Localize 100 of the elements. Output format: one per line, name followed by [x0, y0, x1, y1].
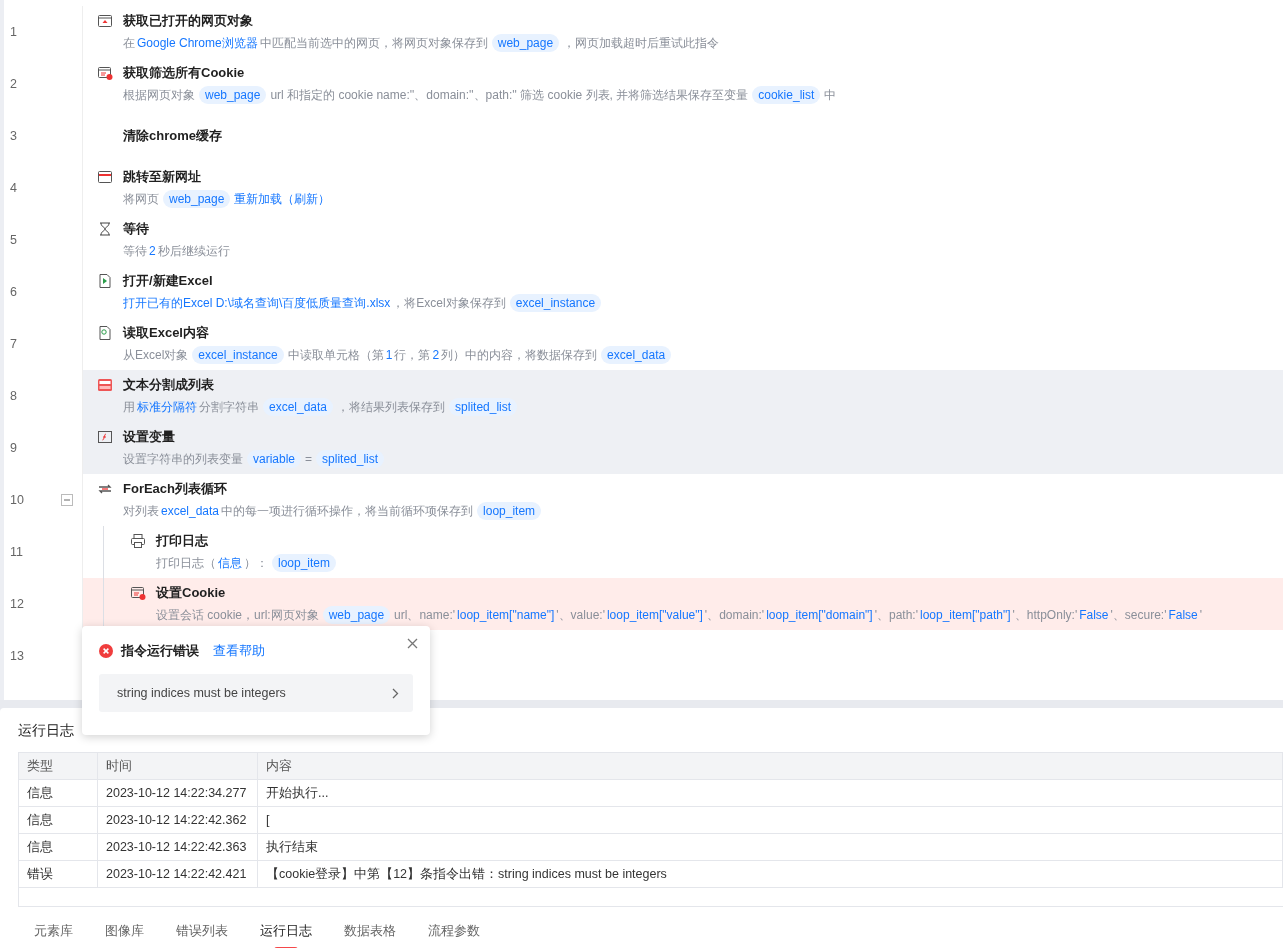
line-number: 3	[10, 129, 17, 143]
table-cell: 信息	[19, 780, 98, 806]
variable-tag: splited_list	[316, 450, 385, 468]
browser-cookie-icon	[97, 65, 113, 81]
error-message: string indices must be integers	[117, 686, 286, 700]
panel-tab[interactable]: 数据表格	[328, 917, 412, 945]
description-text: url 和指定的 cookie name:''、domain:''、path:'' 筛选 cookie 列表, 并将筛选结果保存至变量	[270, 87, 749, 104]
line-number: 10	[10, 493, 24, 507]
variable-tag: loop_item	[272, 554, 337, 572]
step-title: 文本分割成列表	[123, 376, 215, 394]
error-message-bar[interactable]: string indices must be integers	[99, 674, 413, 712]
description-text: 用	[123, 399, 135, 416]
panel-tab[interactable]: 元素库	[18, 917, 89, 945]
line-number: 12	[10, 597, 24, 611]
error-icon	[99, 644, 113, 658]
description-text: =	[305, 451, 313, 468]
printer-icon	[130, 533, 146, 549]
variable-tag: excel_instance	[192, 346, 284, 364]
variable-tag: excel_data	[263, 398, 334, 416]
description-text: ，网页加载超时后重试此指令	[563, 35, 720, 52]
description-text: 中读取单元格（第	[287, 347, 384, 364]
line-number: 7	[10, 337, 17, 351]
variable-tag: splited_list	[449, 398, 518, 416]
line-number: 13	[10, 649, 24, 663]
browser-window-icon	[97, 169, 113, 185]
column-header: 类型	[19, 753, 98, 779]
line-number: 4	[10, 181, 17, 195]
variable-tag: web_page	[163, 190, 231, 208]
parameter-text: 标准分隔符	[137, 399, 197, 416]
description-text: 中的每一项进行循环操作，将当前循环项保存到	[221, 503, 474, 520]
parameter-text: 2	[149, 243, 156, 260]
parameter-text: loop_item["name"]	[457, 607, 555, 624]
chevron-right-icon	[392, 687, 399, 699]
description-text: '	[1199, 607, 1203, 624]
description-text: 设置会话 cookie，url:网页对象	[156, 607, 319, 624]
description-text: 等待	[123, 243, 147, 260]
description-text: 行，第	[394, 347, 431, 364]
parameter-text: Google Chrome浏览器	[137, 35, 258, 52]
description-text: 打印日志（	[156, 555, 216, 572]
parameter-text: 1	[385, 347, 393, 364]
step-title: 获取筛选所有Cookie	[123, 64, 246, 82]
description-text: '、httpOnly:'	[1012, 607, 1078, 624]
variable-tag: variable	[247, 450, 302, 468]
description-text: '、path:'	[874, 607, 918, 624]
step-title: 打开/新建Excel	[123, 272, 214, 290]
column-header: 内容	[258, 753, 1283, 779]
variable-tag: web_page	[199, 86, 267, 104]
parameter-text: 重新加载（刷新）	[234, 191, 331, 208]
panel-tab[interactable]: 图像库	[89, 917, 160, 945]
collapse-toggle[interactable]	[61, 494, 73, 506]
description-text: 中匹配当前选中的网页，将网页对象保存到	[259, 35, 488, 52]
table-cell: 【cookie登录】中第【12】条指令出错：string indices must be integers	[258, 861, 1283, 887]
table-cell: 2023-10-12 14:22:34.277	[98, 780, 258, 806]
line-number: 8	[10, 389, 17, 403]
parameter-text: loop_item["domain"]	[766, 607, 873, 624]
browser-cookie-icon	[130, 585, 146, 601]
table-cell: 2023-10-12 14:22:42.421	[98, 861, 258, 887]
description-text: 将网页	[123, 191, 159, 208]
description-text: ）：	[244, 555, 268, 572]
step-title: 等待	[123, 220, 150, 238]
step-title: ForEach列表循环	[123, 480, 228, 498]
table-cell: 错误	[19, 861, 98, 887]
description-text: 分割字符串	[199, 399, 259, 416]
step-title: 获取已打开的网页对象	[123, 12, 254, 30]
step-title: 设置Cookie	[156, 584, 227, 602]
parameter-text: False	[1168, 607, 1198, 624]
step-title: 跳转至新网址	[123, 168, 202, 186]
table-cell: 2023-10-12 14:22:42.363	[98, 834, 258, 860]
panel-tab[interactable]: 错误列表	[160, 917, 244, 945]
description-text: 根据网页对象	[123, 87, 195, 104]
variable-tag: cookie_list	[752, 86, 821, 104]
panel-tab[interactable]: 流程参数	[412, 917, 496, 945]
variable-tag: web_page	[491, 34, 560, 52]
step-row[interactable]: 文本分割成列表 用 标准分隔符 分割字符串 excel_data ，将结果列表保存到 splited_list	[82, 370, 1283, 422]
popup-title: 指令运行错误	[121, 642, 199, 660]
description-text: ，将Excel对象保存到	[392, 295, 506, 312]
description-text: '、value:'	[556, 607, 605, 624]
table-cell: 执行结束	[258, 834, 1283, 860]
line-number: 9	[10, 441, 17, 455]
help-link[interactable]: 查看帮助	[213, 642, 265, 660]
table-cell: 开始执行...	[258, 780, 1283, 806]
minus-icon	[63, 496, 71, 504]
parameter-text: 2	[432, 347, 440, 364]
step-row[interactable]: 设置Cookie 设置会话 cookie，url:网页对象 web_page url、name:' loop_item["name"] '、value:' loop_item["value"] '、domain:' loop_item["domain"] '、path:' loop_item["path"] '、httpOnly:' False '、secure:' False '	[82, 578, 1283, 630]
panel-tab[interactable]: 运行日志	[244, 917, 328, 945]
parameter-text: 信息	[218, 555, 242, 572]
line-number: 2	[10, 77, 17, 91]
variable-tag: excel_instance	[509, 294, 602, 312]
step-row[interactable]: 设置变量 设置字符串的列表变量 variable = splited_list	[82, 422, 1283, 474]
line-number: 6	[10, 285, 17, 299]
parameter-text: loop_item["value"]	[606, 607, 703, 624]
description-text: 中	[824, 87, 837, 104]
hourglass-icon	[97, 221, 113, 237]
description-text: ，将结果列表保存到	[337, 399, 446, 416]
table-cell: 2023-10-12 14:22:42.362	[98, 807, 258, 833]
description-text: 秒后继续运行	[157, 243, 230, 260]
parameter-text: excel_data	[161, 503, 220, 520]
close-icon[interactable]	[405, 636, 420, 651]
variable-tag: loop_item	[477, 502, 542, 520]
table-cell: [	[258, 807, 1283, 833]
